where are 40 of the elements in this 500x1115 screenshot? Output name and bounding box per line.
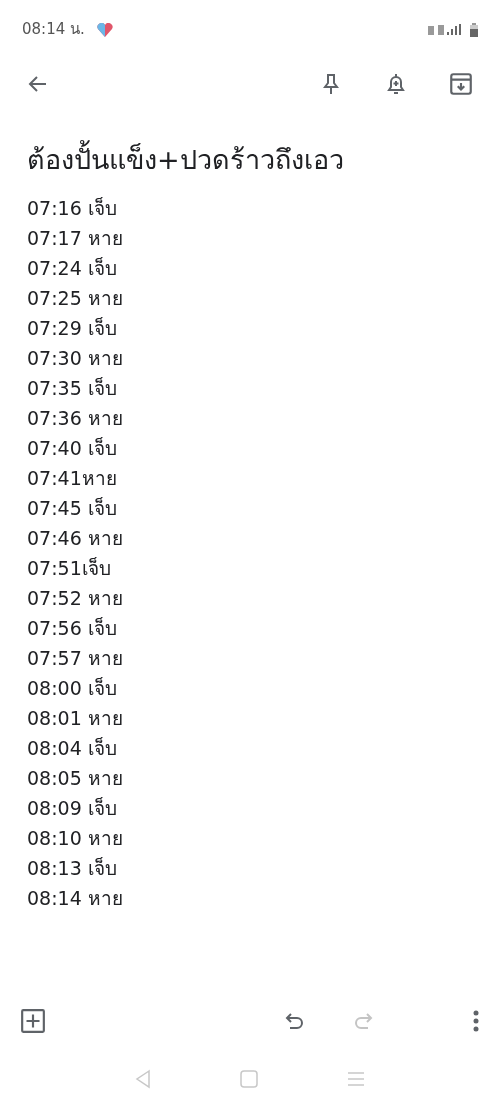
note-line: 08:14 หาย [27,886,124,911]
note-line: 07:51เจ็บ [27,556,112,581]
signal-icon [428,23,462,36]
note-line: 07:29 เจ็บ [27,316,118,341]
note-line: 07:24 เจ็บ [27,256,118,281]
note-line: 08:10 หาย [27,826,124,851]
note-line: 08:13 เจ็บ [27,856,118,881]
note-line: 08:09 เจ็บ [27,796,118,821]
nav-back-icon [133,1069,152,1089]
note-line: 07:17 หาย [27,226,124,251]
note-line: 08:04 เจ็บ [27,736,118,761]
note-line: 07:52 หาย [27,586,124,611]
nav-home-icon [239,1069,259,1089]
archive-button[interactable] [448,71,474,97]
archive-icon [448,71,474,97]
add-button[interactable] [20,1008,46,1034]
note-line: 07:56 เจ็บ [27,616,118,641]
note-line: 08:01 หาย [27,706,124,731]
more-button[interactable] [472,1009,480,1033]
more-vertical-icon [472,1009,480,1033]
note-line: 07:40 เจ็บ [27,436,118,461]
note-line: 08:00 เจ็บ [27,676,118,701]
nav-menu-icon [346,1069,367,1089]
note-line: 07:16 เจ็บ [27,196,118,221]
note-line: 07:46 หาย [27,526,124,551]
battery-icon [470,22,478,37]
note-line: 08:05 หาย [27,766,124,791]
heart-icon [96,22,113,37]
note-line: 07:25 หาย [27,286,124,311]
status-time: 08:14 น. [22,19,85,41]
plus-box-icon [20,1008,46,1034]
reminder-button[interactable] [384,72,408,96]
note-line: 07:35 เจ็บ [27,376,118,401]
bell-plus-icon [384,72,408,96]
note-line: 07:36 หาย [27,406,124,431]
note-line: 07:41หาย [27,466,118,491]
note-title: ต้องปั้นแข็ง+ปวดร้าวถึงเอว [27,141,473,179]
note-line: 07:45 เจ็บ [27,496,118,521]
note-line: 07:57 หาย [27,646,124,671]
note-line: 07:30 หาย [27,346,124,371]
